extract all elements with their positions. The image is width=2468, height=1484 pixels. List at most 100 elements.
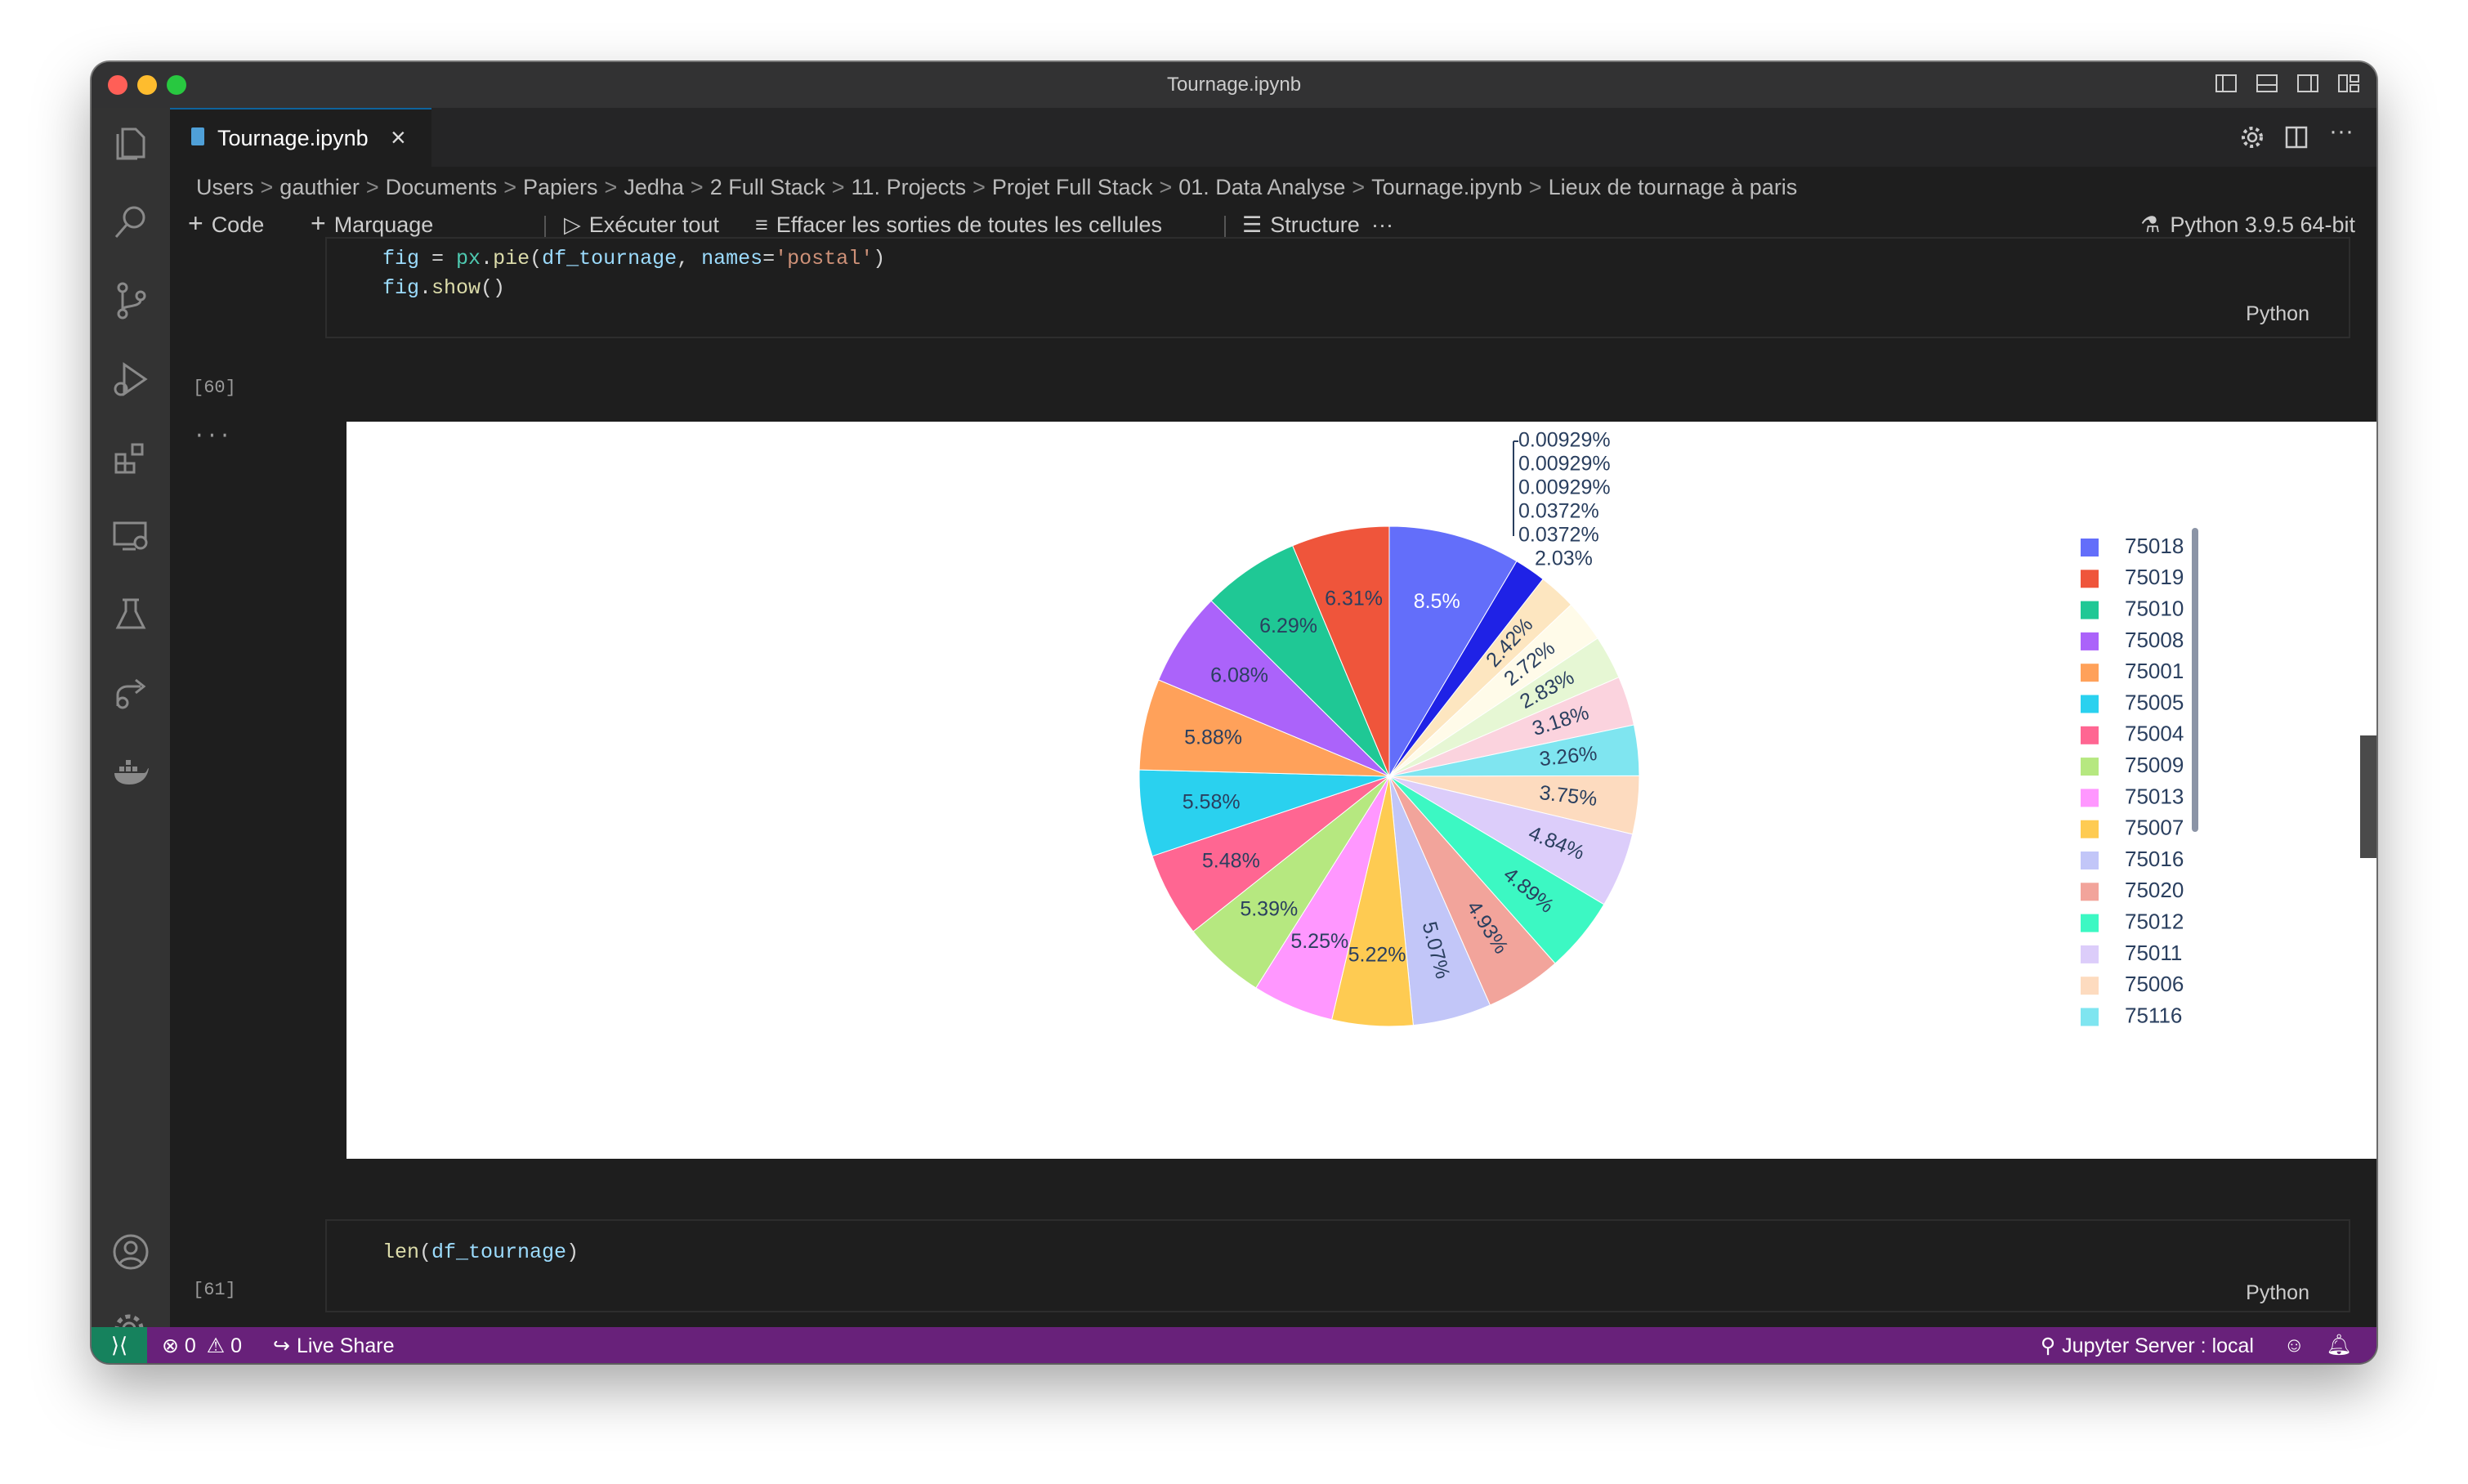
problems-indicator[interactable]: ⊗ 0 ⚠ 0 xyxy=(162,1334,242,1358)
live-share-button[interactable]: ↪ Live Share xyxy=(273,1334,394,1358)
pie-slice-label: 5.48% xyxy=(1202,850,1260,873)
split-editor-icon[interactable] xyxy=(2283,124,2309,154)
breadcrumb-item[interactable]: Jedha xyxy=(624,175,684,199)
docker-icon[interactable] xyxy=(111,752,150,791)
notifications-bell-icon[interactable]: 🔔︎ xyxy=(2326,1334,2352,1357)
clear-all-outputs-button[interactable]: ≡ Effacer les sorties de toutes les cellu… xyxy=(755,212,1162,238)
remote-explorer-icon[interactable] xyxy=(111,516,150,556)
breadcrumb-item[interactable]: gauthier xyxy=(279,175,360,199)
code-line[interactable]: fig = px.pie(df_tournage, names='postal'… xyxy=(382,247,885,270)
legend-item[interactable]: 75016 xyxy=(2081,847,2184,871)
legend-item[interactable]: 75006 xyxy=(2081,972,2184,996)
breadcrumb-item[interactable]: 11. Projects xyxy=(852,175,967,199)
breadcrumb-separator-icon: > xyxy=(690,175,704,199)
add-code-cell-button[interactable]: + Code xyxy=(188,210,264,238)
legend-item[interactable]: 75007 xyxy=(2081,816,2184,840)
legend-label: 75012 xyxy=(2125,909,2184,933)
cell-language-label[interactable]: Python xyxy=(2246,1281,2309,1305)
kernel-picker[interactable]: ⚗ Python 3.9.5 64-bit xyxy=(2140,212,2355,238)
output-more-button[interactable]: ··· xyxy=(193,423,231,448)
outside-slice-label: 0.0372% xyxy=(1518,500,1599,523)
more-actions-icon[interactable]: ··· xyxy=(2329,118,2354,145)
toggle-panel-icon[interactable] xyxy=(2256,72,2278,95)
legend-label: 75011 xyxy=(2125,941,2182,965)
breadcrumb-item[interactable]: Projet Full Stack xyxy=(992,175,1153,199)
cell-language-label[interactable]: Python xyxy=(2246,302,2309,326)
explorer-icon[interactable] xyxy=(111,124,150,163)
feedback-icon[interactable]: ☺ xyxy=(2283,1334,2305,1357)
testing-icon[interactable] xyxy=(111,595,150,634)
legend-swatch xyxy=(2081,664,2099,682)
code-cell-61[interactable]: len(df_tournage) Python xyxy=(325,1219,2350,1312)
legend-item[interactable]: 75012 xyxy=(2081,909,2184,933)
live-share-icon: ↪ xyxy=(273,1334,290,1357)
legend-item[interactable]: 75005 xyxy=(2081,690,2184,714)
legend-label: 75001 xyxy=(2125,659,2184,683)
legend-item[interactable]: 75018 xyxy=(2081,534,2184,558)
pie-chart[interactable]: 8.5%2.42%2.72%2.83%3.18%3.26%3.75%4.84%4… xyxy=(347,422,2376,1159)
breadcrumb-item[interactable]: Papiers xyxy=(523,175,598,199)
legend-item[interactable]: 75116 xyxy=(2081,1003,2182,1027)
legend-item[interactable]: 75011 xyxy=(2081,941,2182,965)
tab-bar: Tournage.ipynb × ··· xyxy=(170,108,2376,167)
code-line[interactable]: fig.show() xyxy=(382,276,505,300)
remote-indicator[interactable]: ⟩⟨ xyxy=(92,1327,147,1363)
outside-slice-label: 2.03% xyxy=(1535,548,1593,570)
toggle-secondary-sidebar-icon[interactable] xyxy=(2296,72,2319,95)
code-cell-60[interactable]: fig = px.pie(df_tournage, names='postal'… xyxy=(325,237,2350,338)
breadcrumb-item[interactable]: Users xyxy=(196,175,254,199)
pie-slice-label: 8.5% xyxy=(1414,590,1460,613)
legend-label: 75005 xyxy=(2125,690,2184,714)
legend-label: 75019 xyxy=(2125,565,2184,589)
run-all-button[interactable]: ▷ Exécuter tout xyxy=(564,212,719,238)
breadcrumb-item[interactable]: Lieux de tournage à paris xyxy=(1549,175,1798,199)
breadcrumb-item[interactable]: 2 Full Stack xyxy=(710,175,825,199)
legend-item[interactable]: 75001 xyxy=(2081,659,2184,683)
legend-label: 75004 xyxy=(2125,722,2184,746)
pie-slice-label: 6.29% xyxy=(1259,615,1317,637)
add-markdown-cell-button[interactable]: + Marquage xyxy=(311,210,433,238)
notebook-editor: fig = px.pie(df_tournage, names='postal'… xyxy=(170,237,2376,1348)
source-control-icon[interactable] xyxy=(111,281,150,320)
pie-slice-label: 6.08% xyxy=(1210,664,1268,687)
legend-swatch xyxy=(2081,726,2099,744)
title-bar: Tournage.ipynb xyxy=(92,62,2376,108)
breadcrumb-separator-icon: > xyxy=(260,175,274,199)
legend-scrollbar[interactable] xyxy=(2192,528,2198,832)
breadcrumb: Users > gauthier > Documents > Papiers > Jedha >2… xyxy=(170,167,2376,206)
editor-scrollbar[interactable] xyxy=(2360,735,2376,858)
jupyter-server-indicator[interactable]: ⚲ Jupyter Server : local xyxy=(2041,1334,2254,1358)
legend-swatch xyxy=(2081,570,2099,588)
breadcrumb-item[interactable]: 01. Data Analyse xyxy=(1178,175,1345,199)
pie-slice-label: 5.25% xyxy=(1290,930,1348,953)
plotly-output[interactable]: 8.5% 2.42% 2.72% 2.83% 3.18% 3.26% 3.75% 4.84% 4… xyxy=(347,422,2376,1159)
accounts-icon[interactable] xyxy=(111,1232,150,1272)
live-share-activity-icon[interactable] xyxy=(111,673,150,713)
search-icon[interactable] xyxy=(111,203,150,242)
close-tab-icon[interactable]: × xyxy=(391,123,406,153)
code-line[interactable]: len(df_tournage) xyxy=(382,1240,579,1264)
execution-count: [60] xyxy=(193,378,236,398)
legend-item[interactable]: 75013 xyxy=(2081,784,2184,808)
legend-swatch xyxy=(2081,789,2099,807)
window-title: Tournage.ipynb xyxy=(1166,74,1302,96)
breadcrumb-separator-icon: > xyxy=(1528,175,1542,199)
legend-item[interactable]: 75004 xyxy=(2081,722,2184,746)
extensions-icon[interactable] xyxy=(111,438,150,477)
breadcrumb-item[interactable]: Documents xyxy=(386,175,498,199)
legend-item[interactable]: 75020 xyxy=(2081,878,2184,902)
legend-swatch xyxy=(2081,820,2099,838)
outline-button[interactable]: ☰ Structure xyxy=(1242,212,1360,238)
tab-tournage[interactable]: Tournage.ipynb × xyxy=(170,108,431,167)
toggle-sidebar-icon[interactable] xyxy=(2215,72,2238,95)
customize-layout-icon[interactable] xyxy=(2337,72,2360,95)
legend-item[interactable]: 75008 xyxy=(2081,628,2184,652)
notebook-settings-icon[interactable] xyxy=(2239,124,2265,154)
legend-item[interactable]: 75019 xyxy=(2081,565,2184,589)
legend-item[interactable]: 75010 xyxy=(2081,596,2184,620)
toolbar-more-button[interactable]: ··· xyxy=(1371,212,1393,238)
vscode-window: Tournage.ipynb 1 Tournage.ipynb × xyxy=(92,62,2376,1363)
breadcrumb-item[interactable]: Tournage.ipynb xyxy=(1371,175,1522,199)
legend-item[interactable]: 75009 xyxy=(2081,753,2184,777)
run-debug-icon[interactable] xyxy=(111,360,150,399)
